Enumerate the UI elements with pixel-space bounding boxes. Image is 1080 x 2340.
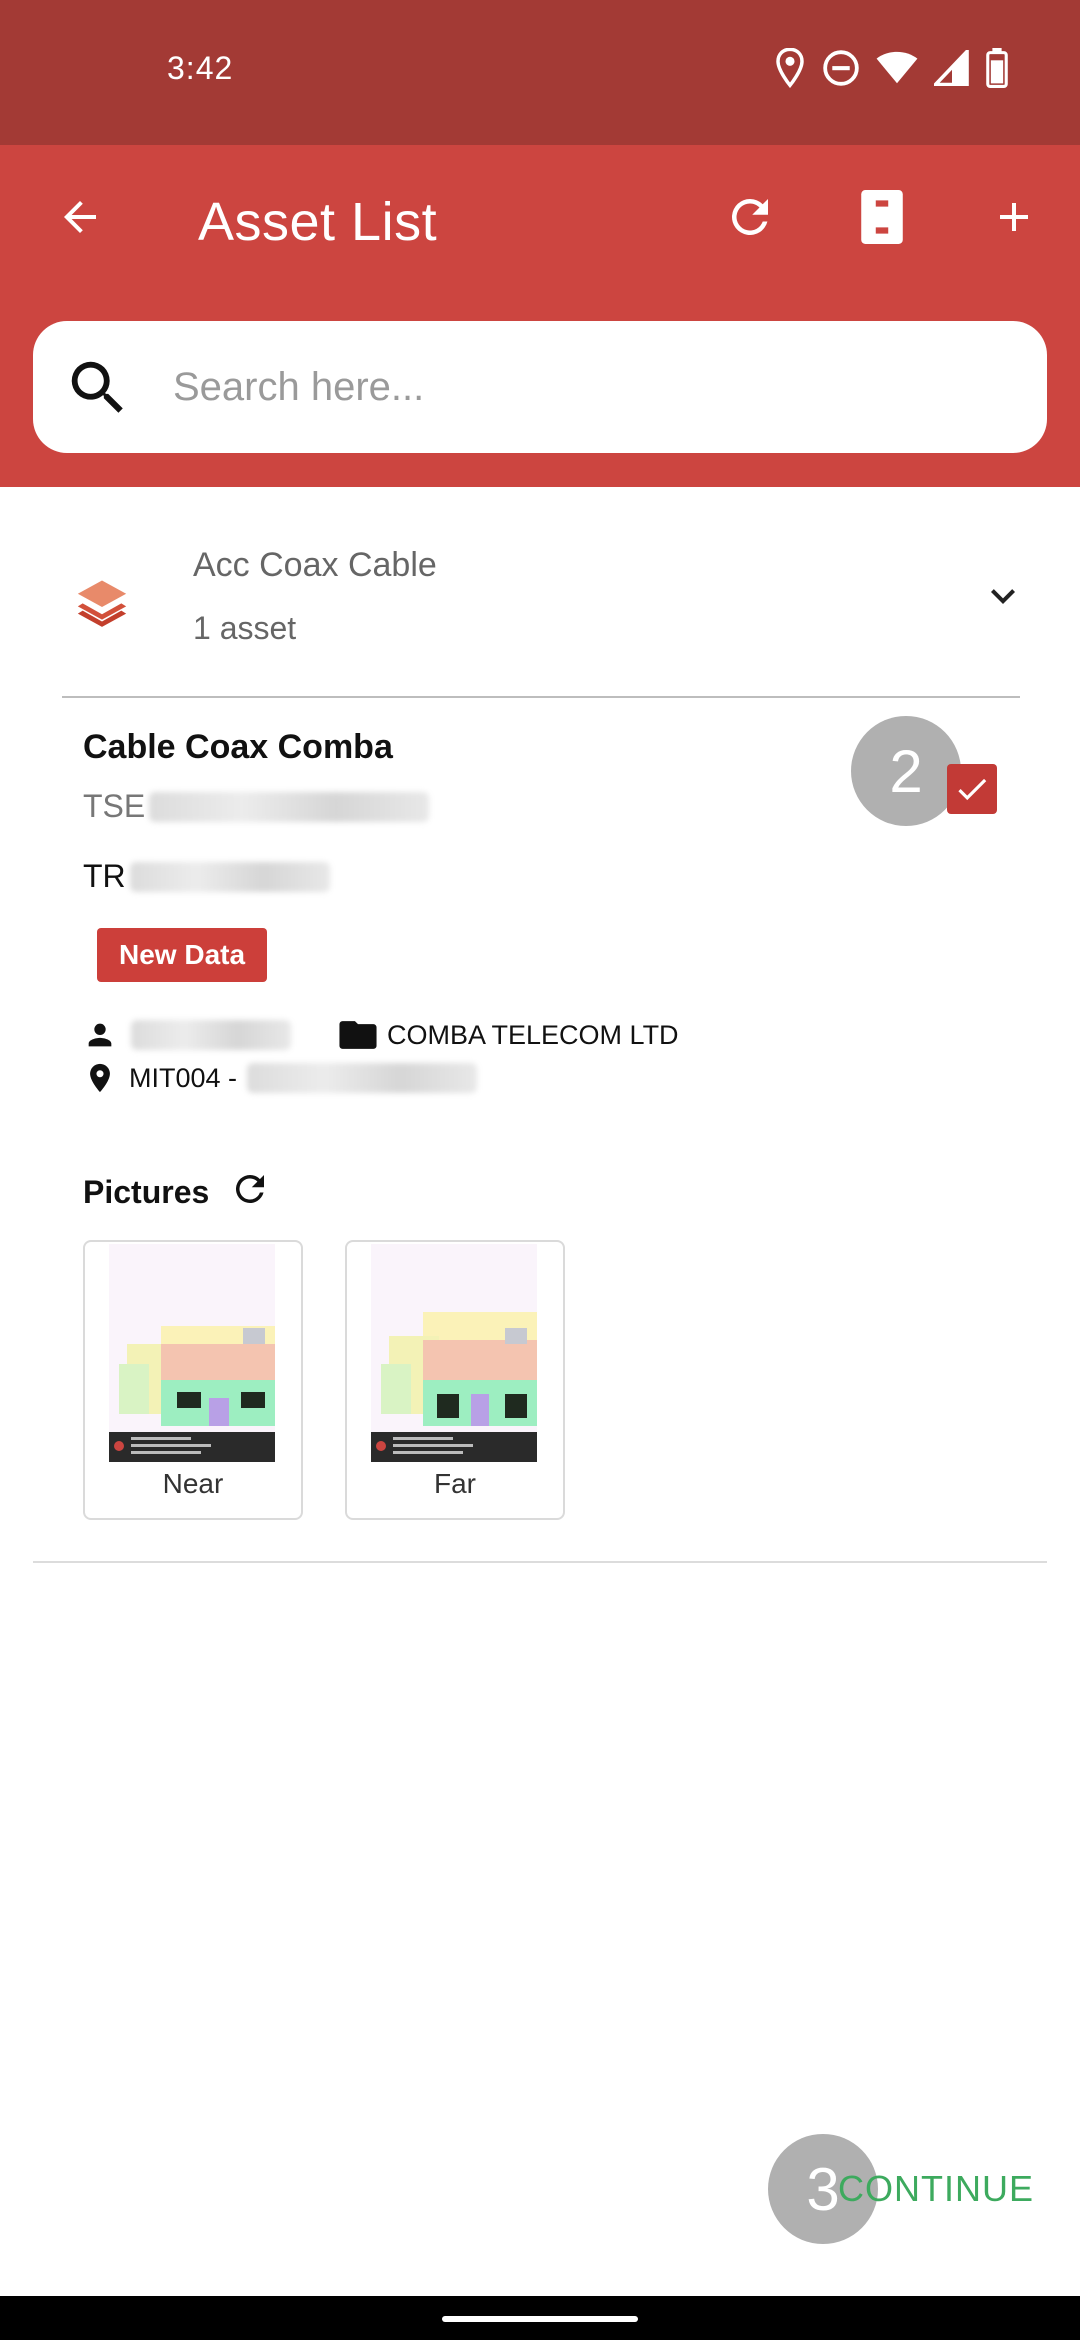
asset-card[interactable]: Cable Coax Comba TSE TR 2 New Data COMBA… — [33, 700, 1047, 1564]
divider — [33, 1561, 1047, 1563]
continue-button[interactable]: CONTINUE — [838, 2168, 1034, 2210]
pictures-label: Pictures — [83, 1174, 210, 1210]
person-icon — [88, 1023, 112, 1047]
step-indicator: 2 — [851, 716, 961, 826]
status-time: 3:42 — [167, 50, 234, 86]
group-title: Acc Coax Cable — [193, 546, 437, 584]
divider — [62, 696, 1020, 698]
picture-label: Far — [434, 1468, 476, 1499]
asset-code-prefix: TSE — [83, 788, 146, 824]
location-icon — [776, 48, 804, 88]
search-input[interactable] — [173, 349, 1013, 425]
status-bar: 3:42 — [0, 0, 1080, 145]
picture-thumbnail — [371, 1244, 537, 1462]
status-badge: New Data — [97, 928, 268, 982]
site-code: MIT004 - — [129, 1062, 238, 1093]
battery-icon — [986, 48, 1008, 88]
asset-tr-prefix: TR — [83, 858, 126, 894]
redacted-text — [149, 791, 430, 822]
picture-thumbnail — [109, 1244, 275, 1462]
document-icon — [861, 190, 903, 244]
asset-group-header[interactable]: Acc Coax Cable 1 asset — [33, 490, 1047, 700]
vendor-name: COMBA TELECOM LTD — [387, 1019, 679, 1050]
document-button[interactable] — [846, 181, 918, 253]
back-arrow-icon — [64, 201, 96, 233]
refresh-button[interactable] — [714, 181, 786, 253]
signal-icon — [934, 50, 969, 86]
app-bar: Asset List — [0, 145, 1080, 487]
picture-card-far[interactable]: Far — [345, 1240, 565, 1520]
folder-icon — [339, 1021, 377, 1049]
redacted-text — [247, 1063, 478, 1093]
continue-area: 3 CONTINUE — [768, 2134, 1048, 2246]
location-pin-icon — [90, 1063, 110, 1093]
back-button[interactable] — [44, 181, 116, 253]
asset-tr-code: TR — [83, 858, 330, 895]
layers-icon — [77, 580, 127, 627]
redacted-text — [129, 861, 330, 892]
home-handle[interactable] — [442, 2316, 638, 2322]
dnd-icon — [823, 50, 859, 86]
asset-title: Cable Coax Comba — [83, 728, 393, 766]
search-bar[interactable] — [33, 321, 1047, 453]
picture-card-near[interactable]: Near — [83, 1240, 303, 1520]
site-row: MIT004 - — [83, 1060, 478, 1096]
wifi-icon — [876, 51, 918, 84]
select-checkbox-wrap[interactable]: 2 — [843, 716, 997, 836]
owner-row: COMBA TELECOM LTD — [83, 1018, 679, 1052]
page-title: Asset List — [198, 192, 438, 252]
refresh-pictures-icon[interactable] — [229, 1168, 271, 1210]
group-count: 1 asset — [193, 610, 297, 646]
add-button[interactable] — [978, 181, 1050, 253]
picture-label: Near — [162, 1468, 224, 1499]
select-checkbox[interactable] — [947, 764, 997, 814]
search-icon — [71, 361, 123, 413]
chevron-down-icon[interactable] — [979, 572, 1027, 620]
asset-code: TSE — [83, 788, 430, 825]
add-icon — [1000, 203, 1028, 231]
status-icons — [774, 48, 1008, 88]
redacted-text — [131, 1020, 291, 1050]
refresh-icon — [731, 199, 768, 235]
check-icon — [958, 778, 987, 801]
navigation-bar — [0, 2296, 1080, 2340]
